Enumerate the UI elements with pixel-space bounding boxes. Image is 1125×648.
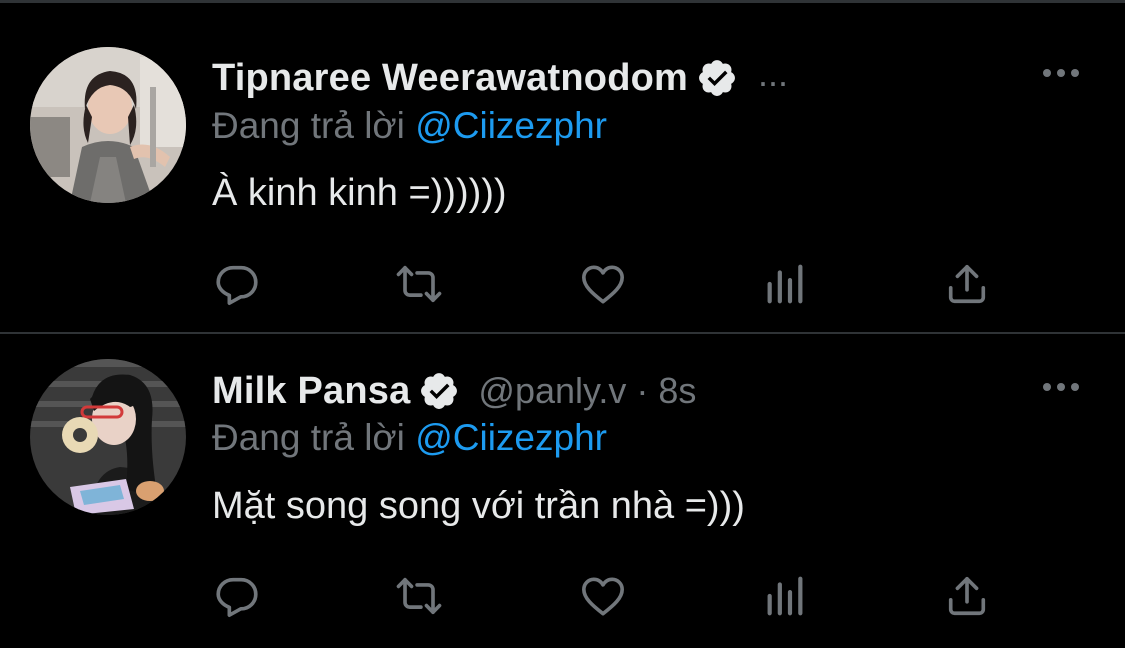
reply-button[interactable]	[212, 571, 262, 621]
more-horizontal-icon[interactable]	[1041, 377, 1081, 397]
tweet-text: Mặt song song với trần nhà =)))	[212, 485, 745, 527]
display-name[interactable]: Tipnaree Weerawatnodom	[212, 57, 688, 100]
header-overflow: ...	[758, 53, 789, 94]
analytics-icon	[767, 576, 803, 616]
retweet-icon	[396, 265, 442, 303]
retweet-button[interactable]	[394, 259, 444, 309]
tweet[interactable]: Tipnaree Weerawatnodom ... Đang trả lời …	[0, 0, 1125, 333]
replying-prefix: Đang trả lời	[212, 105, 405, 146]
tweet-text: À kinh kinh =))))))	[212, 172, 507, 214]
tweet-divider	[0, 332, 1125, 334]
verified-badge-icon	[418, 370, 460, 412]
replying-to-line: Đang trả lời @Ciizezphr	[212, 417, 607, 459]
heart-icon	[582, 577, 624, 616]
tweet[interactable]: Milk Pansa @panly.v · 8s Đang trả lời @C…	[0, 335, 1125, 648]
handle-and-time[interactable]: @panly.v · 8s	[478, 370, 696, 412]
share-icon	[948, 576, 986, 616]
share-button[interactable]	[942, 259, 992, 309]
analytics-button[interactable]	[760, 571, 810, 621]
action-bar	[212, 259, 1012, 309]
avatar[interactable]	[30, 359, 186, 515]
retweet-icon	[396, 577, 442, 615]
action-bar	[212, 571, 1012, 621]
reply-icon	[216, 577, 258, 617]
more-horizontal-icon[interactable]	[1041, 63, 1081, 83]
like-button[interactable]	[578, 571, 628, 621]
tweet-header: Tipnaree Weerawatnodom ...	[212, 52, 788, 104]
display-name[interactable]: Milk Pansa	[212, 370, 410, 413]
reply-button[interactable]	[212, 259, 262, 309]
tweet-header: Milk Pansa @panly.v · 8s	[212, 365, 696, 417]
reply-icon	[216, 265, 258, 305]
avatar[interactable]	[30, 47, 186, 203]
analytics-icon	[767, 264, 803, 304]
verified-badge-icon	[696, 57, 738, 99]
mention-link[interactable]: @Ciizezphr	[415, 417, 607, 458]
share-button[interactable]	[942, 571, 992, 621]
retweet-button[interactable]	[394, 571, 444, 621]
replying-prefix: Đang trả lời	[212, 417, 405, 458]
heart-icon	[582, 265, 624, 304]
mention-link[interactable]: @Ciizezphr	[415, 105, 607, 146]
replying-to-line: Đang trả lời @Ciizezphr	[212, 105, 607, 147]
share-icon	[948, 264, 986, 304]
like-button[interactable]	[578, 259, 628, 309]
analytics-button[interactable]	[760, 259, 810, 309]
